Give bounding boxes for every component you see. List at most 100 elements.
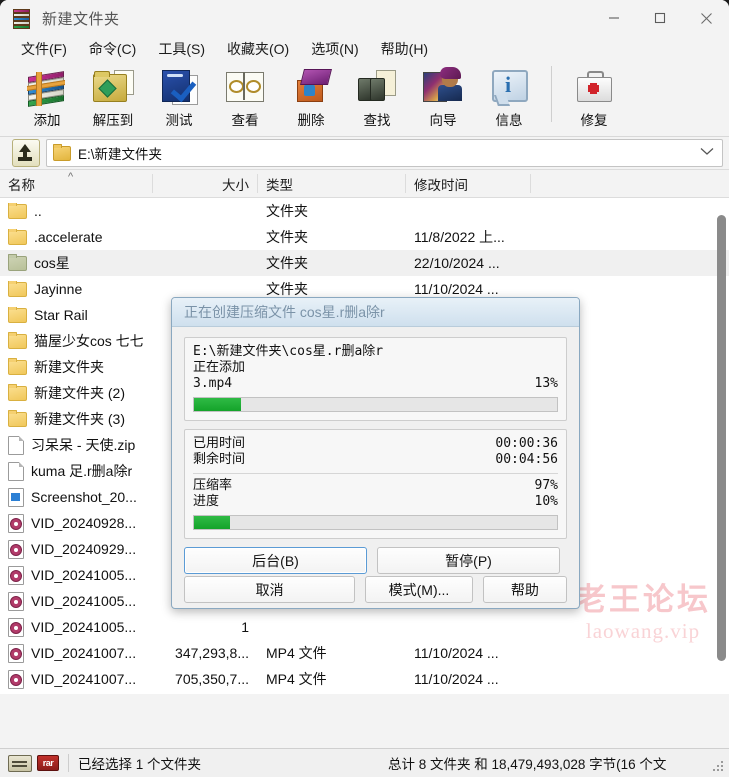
repair-icon <box>571 66 617 108</box>
vertical-scrollbar[interactable] <box>717 203 726 689</box>
toolbar-button-add[interactable]: 添加 <box>14 64 80 129</box>
toolbar-label-find: 查找 <box>363 113 391 128</box>
up-one-level-icon[interactable] <box>12 139 40 167</box>
file-name-cell: VID_20241007... <box>0 643 152 663</box>
column-header-type[interactable]: 类型 <box>257 174 405 194</box>
file-name-cell: VID_20240928... <box>0 513 152 533</box>
toolbar-button-test[interactable]: 测试 <box>146 64 212 129</box>
folder-icon <box>8 383 27 401</box>
toolbar-button-info[interactable]: i 信息 <box>476 64 542 129</box>
file-name-label: VID_20241007... <box>31 671 137 687</box>
file-name-label: 猫屋少女cos 七七 <box>34 333 144 349</box>
file-name-label: kuma 足.r删a除r <box>31 463 133 479</box>
winrar-books-icon <box>12 8 32 29</box>
divider <box>193 473 558 474</box>
address-input[interactable]: E:\新建文件夹 <box>46 139 723 167</box>
file-name-label: VID_20241005... <box>31 619 137 635</box>
archive-path: E:\新建文件夹\cos星.r删a除r <box>193 344 384 359</box>
menu-item-favorites[interactable]: 收藏夹(O) <box>216 37 300 61</box>
total-progress-value: 10% <box>534 494 558 509</box>
toolbar-label-repair: 修复 <box>580 113 608 128</box>
toolbar: 添加 解压到 测试 查看 删除 查找 向导 i 信息 修复 <box>0 62 729 137</box>
video-file-icon <box>8 565 24 585</box>
help-button[interactable]: 帮助 <box>482 576 567 603</box>
menu-item-tools[interactable]: 工具(S) <box>147 37 216 61</box>
toolbar-button-view[interactable]: 查看 <box>212 64 278 129</box>
file-name-cell: .accelerate <box>0 229 152 245</box>
menu-item-file[interactable]: 文件(F) <box>10 37 78 61</box>
menu-item-options[interactable]: 选项(N) <box>300 37 369 61</box>
file-name-label: Star Rail <box>34 307 88 323</box>
toolbar-button-extract-to[interactable]: 解压到 <box>80 64 146 129</box>
find-icon <box>354 66 400 108</box>
file-modified-cell: 11/8/2022 上... <box>414 229 505 245</box>
folder-icon <box>8 307 27 323</box>
table-row[interactable]: VID_20241007...1,016,722,...MP4 文件11/10/… <box>0 692 729 694</box>
stats-group: 已用时间 00:00:36 剩余时间 00:04:56 压缩率 97% 进度 1… <box>184 429 567 539</box>
table-row[interactable]: VID_20241007... 347,293,8... MP4 文件 11/10/2… <box>0 640 729 666</box>
toolbar-button-delete[interactable]: 删除 <box>278 64 344 129</box>
toolbar-button-find[interactable]: 查找 <box>344 64 410 129</box>
status-bar: rar 已经选择 1 个文件夹 总计 8 文件夹 和 18,479,493,02… <box>0 748 729 777</box>
folder-icon <box>8 331 27 349</box>
table-row[interactable]: cos星 文件夹 22/10/2024 ... <box>0 250 729 276</box>
dialog-button-row-2: 取消 模式(M)... 帮助 <box>184 576 567 603</box>
toolbar-button-wizard[interactable]: 向导 <box>410 64 476 129</box>
folder-icon <box>8 229 27 245</box>
table-row[interactable]: .accelerate 文件夹 11/8/2022 上... <box>0 224 729 250</box>
current-file-group: E:\新建文件夹\cos星.r删a除r 正在添加 3.mp4 13% <box>184 337 567 421</box>
toolbar-label-add: 添加 <box>33 113 61 128</box>
table-row[interactable]: .. 文件夹 <box>0 198 729 224</box>
toolbar-button-repair[interactable]: 修复 <box>561 64 627 129</box>
menu-item-help[interactable]: 帮助(H) <box>370 37 439 61</box>
file-name-cell: kuma 足.r删a除r <box>0 461 152 481</box>
file-name-label: VID_20241005... <box>31 593 137 609</box>
file-type-cell: 文件夹 <box>266 229 308 245</box>
close-icon[interactable] <box>683 0 729 36</box>
pause-button[interactable]: 暂停(P) <box>377 547 560 574</box>
file-type-cell: 文件夹 <box>266 203 308 219</box>
resize-grip[interactable] <box>713 761 725 773</box>
rar-status-icon: rar <box>37 755 59 771</box>
minimize-icon[interactable] <box>591 0 637 36</box>
current-file-progress-bar <box>193 397 558 412</box>
view-icon <box>222 66 268 108</box>
file-name-cell: .. <box>0 203 152 219</box>
archive-progress-dialog[interactable]: 正在创建压缩文件 cos星.r删a除r E:\新建文件夹\cos星.r删a除r … <box>171 297 580 609</box>
maximize-icon[interactable] <box>637 0 683 36</box>
compression-ratio-label: 压缩率 <box>193 478 233 493</box>
window-controls <box>591 0 729 36</box>
file-name-label: cos星 <box>34 255 70 271</box>
background-button[interactable]: 后台(B) <box>184 547 367 574</box>
chevron-down-icon[interactable] <box>700 147 716 159</box>
toolbar-label-view: 查看 <box>231 113 259 128</box>
file-modified-cell: 11/10/2024 ... <box>414 281 499 297</box>
sort-ascending-icon: ^ <box>68 170 74 183</box>
column-header-size[interactable]: 大小 <box>152 174 257 194</box>
menu-item-commands[interactable]: 命令(C) <box>78 37 147 61</box>
current-file-progress-fill <box>194 398 242 411</box>
mode-button[interactable]: 模式(M)... <box>365 576 473 603</box>
status-selection-text: 已经选择 1 个文件夹 <box>78 757 202 772</box>
file-name-cell: 新建文件夹 (3) <box>0 409 152 429</box>
total-progress-fill <box>194 516 231 529</box>
video-file-icon <box>8 617 24 637</box>
column-header-name[interactable]: 名称 ^ <box>0 170 152 194</box>
cancel-button[interactable]: 取消 <box>184 576 356 603</box>
file-name-cell: Screenshot_20... <box>0 487 152 507</box>
table-row[interactable]: VID_20241005... 1 <box>0 614 729 640</box>
total-progress-bar <box>193 515 558 530</box>
delete-icon <box>288 66 334 108</box>
column-header-modified[interactable]: 修改时间 <box>405 174 530 194</box>
elapsed-time-label: 已用时间 <box>193 436 246 451</box>
scrollbar-thumb[interactable] <box>717 215 726 661</box>
file-icon <box>8 435 24 455</box>
file-name-label: Screenshot_20... <box>31 489 137 505</box>
file-type-cell: 文件夹 <box>266 281 308 297</box>
address-bar: E:\新建文件夹 <box>0 137 729 169</box>
table-row[interactable]: VID_20241007... 705,350,7... MP4 文件 11/10/2… <box>0 666 729 692</box>
file-name-cell: VID_20240929... <box>0 539 152 559</box>
folder-icon <box>53 143 71 161</box>
toolbar-label-delete: 删除 <box>297 113 325 128</box>
folder-icon <box>8 253 27 271</box>
